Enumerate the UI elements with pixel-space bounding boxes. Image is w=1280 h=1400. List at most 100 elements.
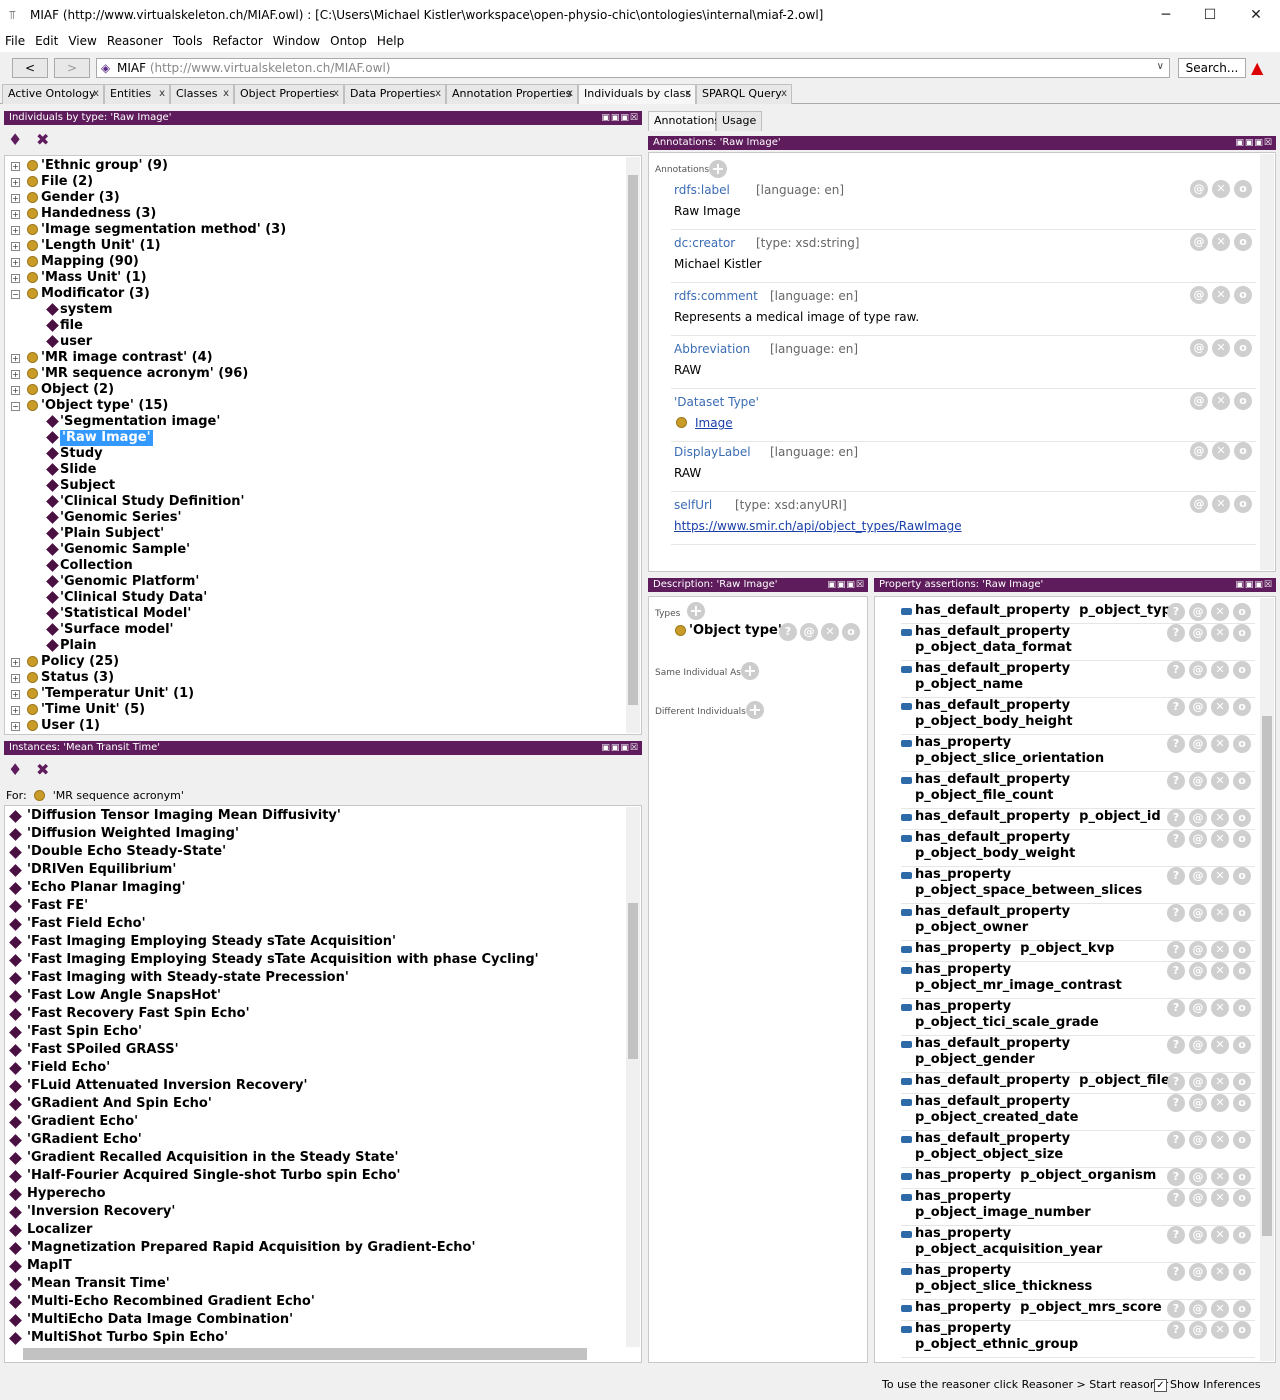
tab-annotations[interactable]: Annotations bbox=[648, 111, 720, 131]
annotate-button[interactable]: @ bbox=[1190, 442, 1208, 460]
annotation-property[interactable]: rdfs:comment bbox=[674, 289, 758, 303]
menu-reasoner[interactable]: Reasoner bbox=[102, 32, 168, 50]
expand-icon[interactable]: + bbox=[11, 370, 20, 379]
delete-button[interactable]: ✕ bbox=[1212, 442, 1230, 460]
annotate-button[interactable]: @ bbox=[800, 623, 818, 641]
delete-button[interactable]: ✕ bbox=[1211, 1073, 1229, 1091]
add-individual-icon[interactable]: ♦ bbox=[8, 130, 22, 149]
menu-refactor[interactable]: Refactor bbox=[207, 32, 267, 50]
tab-active-ontology[interactable]: Active Ontology x bbox=[2, 84, 104, 104]
annotate-button[interactable]: @ bbox=[1190, 392, 1208, 410]
annotation-property[interactable]: dc:creator bbox=[674, 236, 735, 250]
property-assertion-row[interactable]: has_property p_object_slice_thickness? @ ✕ o bbox=[875, 1263, 1255, 1300]
view-controls-icon[interactable]: ▣▣▣☒ bbox=[827, 578, 865, 592]
delete-button[interactable]: ✕ bbox=[1211, 1321, 1229, 1339]
delete-button[interactable]: ✕ bbox=[1211, 1094, 1229, 1112]
explain-button[interactable]: ? bbox=[1167, 809, 1185, 827]
delete-button[interactable]: ✕ bbox=[1211, 735, 1229, 753]
minimize-button[interactable]: ─ bbox=[1146, 4, 1186, 26]
annotate-button[interactable]: @ bbox=[1189, 1094, 1207, 1112]
edit-button[interactable]: o bbox=[1233, 941, 1251, 959]
explain-button[interactable]: ? bbox=[1167, 941, 1185, 959]
delete-button[interactable]: ✕ bbox=[1211, 941, 1229, 959]
expand-icon[interactable]: + bbox=[11, 674, 20, 683]
explain-button[interactable]: ? bbox=[1167, 1189, 1185, 1207]
menu-ontop[interactable]: Ontop bbox=[325, 32, 372, 50]
annotate-button[interactable]: @ bbox=[1189, 830, 1207, 848]
close-tab-icon[interactable]: x bbox=[781, 85, 787, 103]
tab-sparql-query[interactable]: SPARQL Query x bbox=[696, 84, 792, 104]
delete-button[interactable]: ✕ bbox=[1211, 830, 1229, 848]
show-inferences-checkbox[interactable]: ✓ bbox=[1154, 1379, 1167, 1392]
delete-button[interactable]: ✕ bbox=[1211, 1036, 1229, 1054]
back-button[interactable]: < bbox=[12, 58, 48, 78]
menu-help[interactable]: Help bbox=[372, 32, 409, 50]
collapse-icon[interactable]: − bbox=[11, 402, 20, 411]
edit-button[interactable]: o bbox=[1233, 1094, 1251, 1112]
explain-button[interactable]: ? bbox=[1167, 735, 1185, 753]
tab-entities[interactable]: Entities x bbox=[104, 84, 170, 104]
annotate-button[interactable]: @ bbox=[1190, 180, 1208, 198]
edit-button[interactable]: o bbox=[1233, 999, 1251, 1017]
tab-classes[interactable]: Classes x bbox=[170, 84, 234, 104]
explain-button[interactable]: ? bbox=[1167, 1300, 1185, 1318]
annotate-button[interactable]: @ bbox=[1189, 1226, 1207, 1244]
explain-button[interactable]: ? bbox=[1167, 1036, 1185, 1054]
edit-button[interactable]: o bbox=[1233, 772, 1251, 790]
close-tab-icon[interactable]: x bbox=[159, 85, 165, 103]
edit-button[interactable]: o bbox=[1233, 1131, 1251, 1149]
close-tab-icon[interactable]: x bbox=[685, 85, 691, 103]
explain-button[interactable]: ? bbox=[1167, 962, 1185, 980]
instances-hscrollbar[interactable] bbox=[23, 1348, 587, 1360]
explain-button[interactable]: ? bbox=[779, 623, 797, 641]
property-scrollbar[interactable] bbox=[1260, 598, 1274, 1361]
close-tab-icon[interactable]: x bbox=[223, 85, 229, 103]
warning-icon[interactable]: ▲ bbox=[1251, 58, 1263, 77]
delete-button[interactable]: ✕ bbox=[821, 623, 839, 641]
search-button[interactable]: Search... bbox=[1178, 58, 1246, 78]
chevron-down-icon[interactable]: ∨ bbox=[1157, 61, 1164, 72]
annotate-button[interactable]: @ bbox=[1190, 495, 1208, 513]
expand-icon[interactable]: + bbox=[11, 210, 20, 219]
property-assertion-row[interactable]: has_default_property p_object_created_dat… bbox=[875, 1094, 1255, 1131]
explain-button[interactable]: ? bbox=[1167, 1131, 1185, 1149]
edit-button[interactable]: o bbox=[1234, 442, 1252, 460]
delete-button[interactable]: ✕ bbox=[1211, 661, 1229, 679]
menu-edit[interactable]: Edit bbox=[30, 32, 63, 50]
edit-button[interactable]: o bbox=[1233, 1263, 1251, 1281]
edit-button[interactable]: o bbox=[1233, 1226, 1251, 1244]
ontology-selector[interactable]: ◈ MIAF (http://www.virtualskeleton.ch/MI… bbox=[96, 58, 1170, 78]
annotate-button[interactable]: @ bbox=[1189, 603, 1207, 621]
close-tab-icon[interactable]: x bbox=[333, 85, 339, 103]
instances-scrollbar[interactable] bbox=[626, 807, 640, 1347]
expand-icon[interactable]: + bbox=[11, 194, 20, 203]
edit-button[interactable]: o bbox=[1234, 233, 1252, 251]
annotation-property[interactable]: rdfs:label bbox=[674, 183, 730, 197]
annotate-button[interactable]: @ bbox=[1189, 941, 1207, 959]
annotate-button[interactable]: @ bbox=[1189, 962, 1207, 980]
delete-button[interactable]: ✕ bbox=[1211, 962, 1229, 980]
explain-button[interactable]: ? bbox=[1167, 1073, 1185, 1091]
explain-button[interactable]: ? bbox=[1167, 999, 1185, 1017]
delete-button[interactable]: ✕ bbox=[1212, 339, 1230, 357]
annotate-button[interactable]: @ bbox=[1189, 1073, 1207, 1091]
annotate-button[interactable]: @ bbox=[1189, 735, 1207, 753]
property-assertion-row[interactable]: has_property p_object_mr_image_contrast? @… bbox=[875, 962, 1255, 999]
edit-button[interactable]: o bbox=[1234, 180, 1252, 198]
property-assertion-row[interactable]: has_default_property p_object_body_weight… bbox=[875, 830, 1255, 867]
annotate-button[interactable]: @ bbox=[1189, 772, 1207, 790]
annotate-button[interactable]: @ bbox=[1190, 286, 1208, 304]
annotate-button[interactable]: @ bbox=[1189, 1263, 1207, 1281]
edit-button[interactable]: o bbox=[1233, 603, 1251, 621]
property-assertion-row[interactable]: has_property p_object_tici_scale_grade? @ ✕… bbox=[875, 999, 1255, 1036]
delete-button[interactable]: ✕ bbox=[1211, 1263, 1229, 1281]
delete-button[interactable]: ✕ bbox=[1211, 904, 1229, 922]
edit-button[interactable]: o bbox=[1233, 661, 1251, 679]
edit-button[interactable]: o bbox=[1233, 867, 1251, 885]
add-annotation-button[interactable]: + bbox=[709, 160, 727, 178]
explain-button[interactable]: ? bbox=[1167, 1321, 1185, 1339]
annotation-link[interactable]: https://www.smir.ch/api/object_types/Raw… bbox=[674, 519, 962, 533]
add-same-individual-button[interactable]: + bbox=[741, 662, 759, 680]
edit-button[interactable]: o bbox=[1233, 735, 1251, 753]
annotation-property[interactable]: Abbreviation bbox=[674, 342, 750, 356]
